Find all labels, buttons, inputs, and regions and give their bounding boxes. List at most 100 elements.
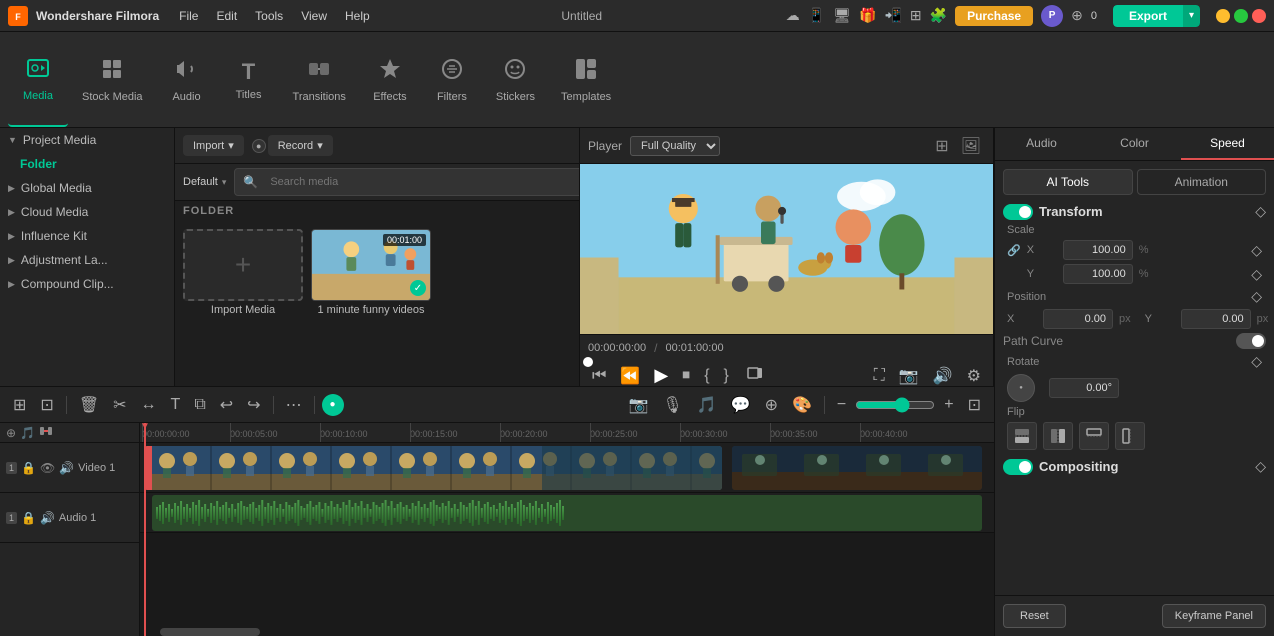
tl-audio-btn[interactable]: 🎵 [692, 393, 722, 417]
monitor-icon[interactable]: 🖥 [833, 7, 851, 24]
tab-color[interactable]: Color [1088, 128, 1181, 160]
toolbar-effects[interactable]: Effects [360, 32, 420, 127]
video-mute-icon[interactable]: 🔊 [59, 461, 74, 475]
video-eye-icon[interactable]: 👁 [40, 461, 55, 475]
fullscreen-button[interactable]: ⛶ [870, 365, 889, 387]
keyframe-panel-button[interactable]: Keyframe Panel [1162, 604, 1266, 628]
timeline-more-button[interactable]: ⋯ [281, 393, 307, 417]
device-icon[interactable]: 📲 [884, 7, 901, 24]
puzzle-icon[interactable]: 🧩 [930, 7, 947, 24]
timeline-scrollbar[interactable] [140, 628, 714, 636]
tl-color-btn[interactable]: 🎨 [787, 393, 817, 417]
timeline-text-button[interactable]: T [166, 394, 186, 416]
snapshot-button[interactable]: 📷 [895, 364, 923, 388]
toolbar-media[interactable]: Media [8, 32, 68, 127]
timeline-ripple-button[interactable]: ↔ [136, 394, 162, 416]
flip-horizontal-button[interactable] [1043, 422, 1073, 450]
panel-folder[interactable]: Folder [0, 152, 174, 176]
rotate-keyframe[interactable]: ◇ [1251, 353, 1262, 370]
settings-button[interactable]: ⚙ [963, 364, 985, 388]
skip-back-button[interactable]: ⏮ [588, 365, 610, 387]
phone-icon[interactable]: 📱 [808, 7, 825, 24]
add-video-track-button[interactable]: ⊕ [6, 426, 16, 440]
animation-tab[interactable]: Animation [1137, 169, 1267, 195]
record-button[interactable]: Record ▾ [268, 135, 333, 156]
position-keyframe[interactable]: ◇ [1251, 288, 1262, 305]
points-icon[interactable]: ⊕ [1071, 7, 1083, 24]
video-clip-dark[interactable] [732, 446, 982, 490]
transform-toggle[interactable] [1003, 204, 1033, 220]
timeline-delete-button[interactable]: 🗑 [74, 393, 104, 417]
menu-file[interactable]: File [171, 7, 206, 25]
compositing-toggle[interactable] [1003, 459, 1033, 475]
gift-icon[interactable]: 🎁 [859, 7, 876, 24]
scale-x-input[interactable] [1063, 240, 1133, 260]
zoom-in-button[interactable]: + [939, 394, 958, 416]
toolbar-transitions[interactable]: Transitions [281, 32, 358, 127]
tab-audio[interactable]: Audio [995, 128, 1088, 160]
import-button[interactable]: Import ▾ [183, 135, 244, 156]
flip-btn3[interactable] [1079, 422, 1109, 450]
panel-project-media[interactable]: ▼ Project Media [0, 128, 174, 152]
video-lock-icon[interactable]: 🔒 [21, 461, 36, 475]
reset-button[interactable]: Reset [1003, 604, 1066, 628]
photo-view-button[interactable]: 🖼 [957, 134, 985, 158]
fit-to-window-button[interactable]: ⊡ [963, 393, 986, 417]
panel-adjustment-layer[interactable]: ▶ Adjustment La... [0, 248, 174, 272]
tab-speed[interactable]: Speed [1181, 128, 1274, 160]
tl-detect-btn[interactable]: ⊕ [760, 393, 783, 417]
split-icon-button[interactable] [39, 424, 53, 441]
menu-edit[interactable]: Edit [208, 7, 245, 25]
position-y-input[interactable] [1181, 309, 1251, 329]
default-dropdown[interactable]: Default ▾ [183, 176, 226, 188]
volume-button[interactable]: 🔊 [929, 364, 957, 388]
ai-tools-tab[interactable]: AI Tools [1003, 169, 1133, 195]
maximize-button[interactable]: □ [1234, 9, 1248, 23]
scale-x-keyframe[interactable]: ◇ [1251, 242, 1262, 259]
toolbar-titles[interactable]: T Titles [219, 32, 279, 127]
path-curve-toggle[interactable] [1236, 333, 1266, 349]
panel-global-media[interactable]: ▶ Global Media [0, 176, 174, 200]
mark-in-button[interactable] [743, 363, 767, 388]
tl-voiceover-btn[interactable]: 🎙 [657, 393, 687, 417]
menu-tools[interactable]: Tools [247, 7, 291, 25]
audio-waveform[interactable] [152, 495, 982, 531]
toolbar-stock-media[interactable]: Stock Media [70, 32, 155, 127]
timeline-redo-button[interactable]: ↪ [242, 393, 265, 417]
flip-vertical-button[interactable] [1007, 422, 1037, 450]
profile-button[interactable]: P [1041, 5, 1063, 27]
export-dropdown-button[interactable]: ▾ [1183, 5, 1200, 27]
audio-mute-icon[interactable]: 🔊 [40, 511, 55, 525]
timeline-split-button[interactable]: ⧉ [189, 394, 210, 416]
zoom-out-button[interactable]: − [832, 394, 851, 416]
video-thumb[interactable]: 00:01:00 ✓ 1 minute funny videos [311, 229, 431, 411]
flip-btn4[interactable] [1115, 422, 1145, 450]
compositing-keyframe[interactable]: ◇ [1255, 458, 1266, 475]
in-point-button[interactable]: { [700, 365, 713, 387]
stop-button[interactable]: ⏹ [678, 365, 694, 387]
timeline-cut-button[interactable]: ✂ [108, 393, 131, 417]
rotate-input[interactable] [1049, 378, 1119, 398]
rotate-knob[interactable] [1007, 374, 1035, 402]
zoom-slider[interactable] [855, 397, 935, 413]
panel-cloud-media[interactable]: ▶ Cloud Media [0, 200, 174, 224]
grid-view-button[interactable]: ⊞ [931, 134, 952, 158]
timeline-magnet-button[interactable]: ⊡ [35, 393, 58, 417]
playhead-button[interactable]: ● [322, 394, 344, 416]
menu-help[interactable]: Help [337, 7, 378, 25]
timeline-tracks[interactable]: 00:00:00:00 00:00:05:00 00:00:10:00 00:0… [140, 423, 994, 636]
cloud-icon[interactable]: ☁ [786, 7, 800, 24]
scale-y-keyframe[interactable]: ◇ [1251, 266, 1262, 283]
menu-view[interactable]: View [293, 7, 335, 25]
transform-keyframe-button[interactable]: ◇ [1255, 203, 1266, 220]
minimize-button[interactable]: − [1216, 9, 1230, 23]
tl-camera-btn[interactable]: 📷 [624, 393, 654, 417]
add-audio-track-button[interactable]: 🎵 [20, 426, 35, 440]
timeline-undo-button[interactable]: ↩ [215, 393, 238, 417]
import-media-thumb[interactable]: + Import Media [183, 229, 303, 411]
toolbar-templates[interactable]: Templates [549, 32, 623, 127]
toolbar-filters[interactable]: Filters [422, 32, 482, 127]
scale-y-input[interactable] [1063, 264, 1133, 284]
audio-lock-icon[interactable]: 🔒 [21, 511, 36, 525]
toolbar-audio[interactable]: Audio [157, 32, 217, 127]
